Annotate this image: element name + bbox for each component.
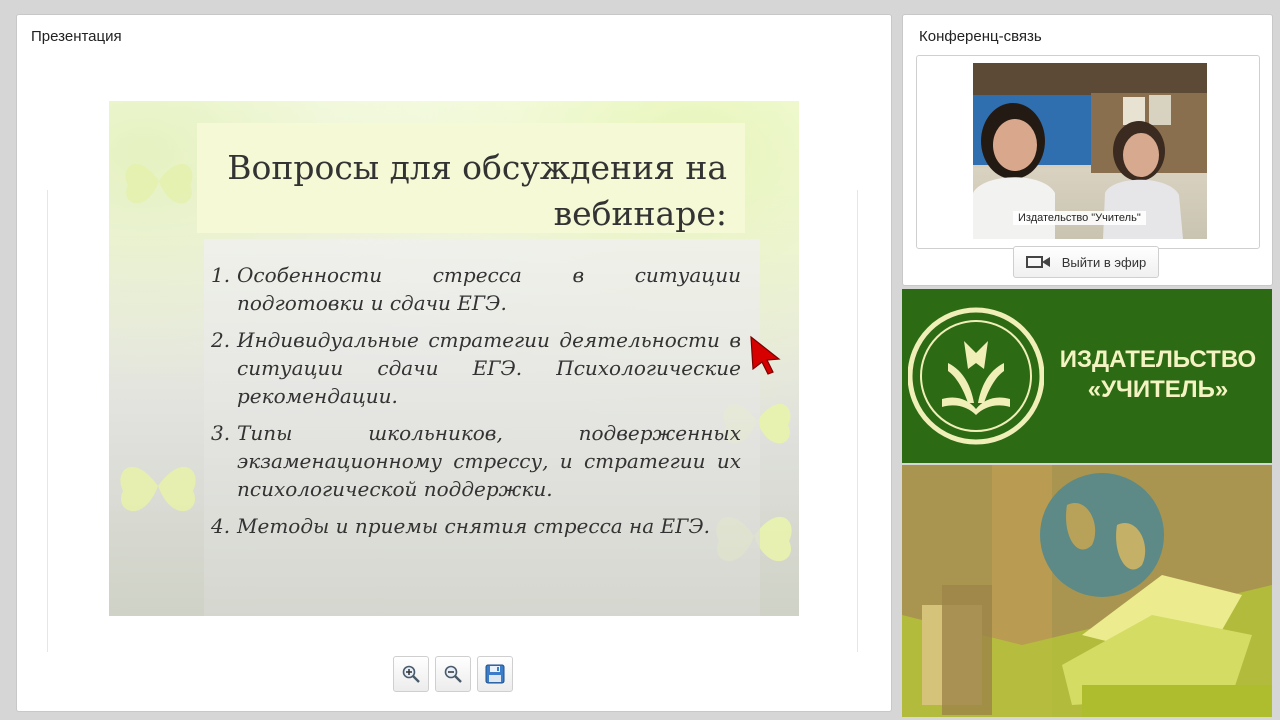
zoom-in-button[interactable] [393,656,429,692]
participant-video[interactable]: Издательство "Учитель" [973,63,1207,239]
red-pointer-cursor-icon [750,335,781,375]
books-globe-illustration [902,465,1272,717]
zoom-in-icon [402,665,420,683]
list-item-text: Особенности стресса в ситуации подготовк… [237,263,741,315]
stage-border-right [857,190,858,652]
slide-title: Вопросы для обсуждения на вебинаре: [187,145,727,237]
list-item-number: 4. [211,514,231,538]
save-button[interactable] [477,656,513,692]
go-live-label: Выйти в эфир [1061,254,1147,270]
list-item: 2. Индивидуальные стратегии деятельности… [211,326,741,410]
video-participant-label: Издательство "Учитель" [1013,211,1146,225]
list-item-number: 2. [211,328,231,352]
list-item-text: Индивидуальные стратегии деятельности в … [237,328,741,408]
book-logo-icon [908,307,1044,445]
list-item-number: 1. [211,263,231,287]
publisher-name: ИЗДАТЕЛЬСТВО «УЧИТЕЛЬ» [1044,345,1272,405]
presentation-slide: Вопросы для обсуждения на вебинаре: 1. О… [109,101,799,616]
butterfly-decoration [120,466,196,512]
books-globe-image [902,465,1272,717]
list-item: 1. Особенности стресса в ситуации подгот… [211,261,741,317]
conference-panel: Конференц-связь Издательство "Учитель" В… [902,14,1273,286]
list-item: 3. Типы школьников, подверженных экзамен… [211,419,741,503]
go-live-button[interactable]: Выйти в эфир [1013,246,1159,278]
presentation-panel: Презентация Вопросы для обсуждения на ве… [16,14,892,712]
list-item-text: Типы школьников, подверженных экзаменаци… [237,421,741,501]
list-item-text: Методы и приемы снятия стресса на ЕГЭ. [237,514,711,538]
publisher-banner: ИЗДАТЕЛЬСТВО «УЧИТЕЛЬ» [902,289,1272,463]
video-frame: Издательство "Учитель" [916,55,1260,249]
slide-title-line: вебинаре: [553,194,727,233]
video-camera-icon [1025,256,1050,268]
conference-title: Конференц-связь [919,28,1042,45]
slide-title-line: Вопросы для обсуждения на [227,148,727,187]
presentation-title: Презентация [31,28,122,45]
save-icon [485,664,505,684]
stage-border-left [47,190,48,652]
zoom-out-button[interactable] [435,656,471,692]
zoom-out-icon [444,665,462,683]
list-item-number: 3. [211,421,231,445]
discussion-question-list: 1. Особенности стресса в ситуации подгот… [211,261,741,549]
publisher-name-line: ИЗДАТЕЛЬСТВО [1059,346,1257,373]
publisher-name-line: «УЧИТЕЛЬ» [1087,376,1229,403]
list-item: 4. Методы и приемы снятия стресса на ЕГЭ… [211,512,741,540]
presentation-toolbar [393,656,513,692]
